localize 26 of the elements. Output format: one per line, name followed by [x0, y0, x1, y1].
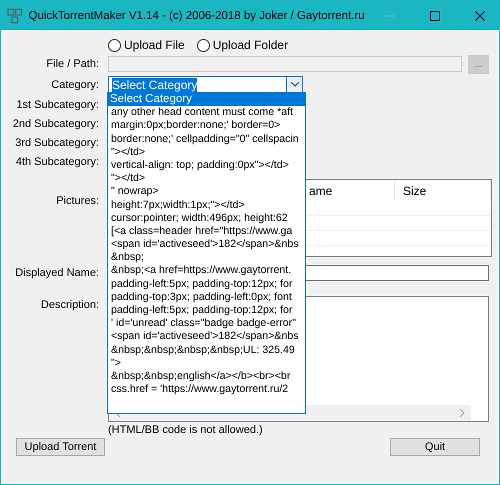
field-label: Category:: [50, 78, 99, 90]
field-label: Pictures:: [55, 194, 99, 207]
field-label: File / Path:: [45, 58, 99, 70]
scroll-right-icon: [459, 409, 465, 417]
category-option[interactable]: Select Category: [108, 93, 305, 106]
column-header[interactable]: ame: [309, 184, 332, 198]
category-dropdown-menu[interactable]: [107, 92, 306, 414]
close-icon: [474, 10, 485, 20]
field-label: 1st Subcategory:: [15, 98, 99, 110]
radio-option[interactable]: Upload Folder: [196, 38, 288, 52]
field-label: 4th Subcategory:: [14, 156, 99, 168]
field-label: 3rd Subcategory:: [14, 136, 99, 148]
field-label: 2nd Subcategory:: [12, 118, 99, 130]
field-label: Displayed Name:: [14, 267, 99, 279]
window-title: QuickTorrentMaker V1.14 - (c) 2006-2018 by Joker / Gaytorrent.ru: [28, 10, 365, 22]
radio-option[interactable]: Upload File: [108, 38, 185, 52]
app-logo-icon: [7, 8, 22, 24]
maximize-icon: [430, 10, 440, 20]
chevron-down-icon: [290, 82, 298, 87]
quit-button[interactable]: Quit: [390, 438, 480, 456]
upload-torrent-button[interactable]: Upload Torrent: [16, 438, 105, 456]
note-text: (HTML/BB code is not allowed.): [108, 424, 263, 436]
column-header[interactable]: Size: [403, 184, 426, 198]
field-label: Description:: [40, 298, 99, 311]
category-dropdown[interactable]: Select Category: [108, 76, 303, 93]
selected-value: Select Category: [112, 78, 198, 92]
